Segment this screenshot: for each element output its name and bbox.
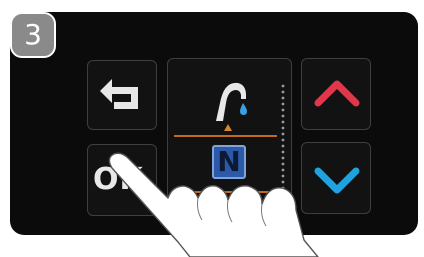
pointing-hand-illustration [108,152,319,257]
